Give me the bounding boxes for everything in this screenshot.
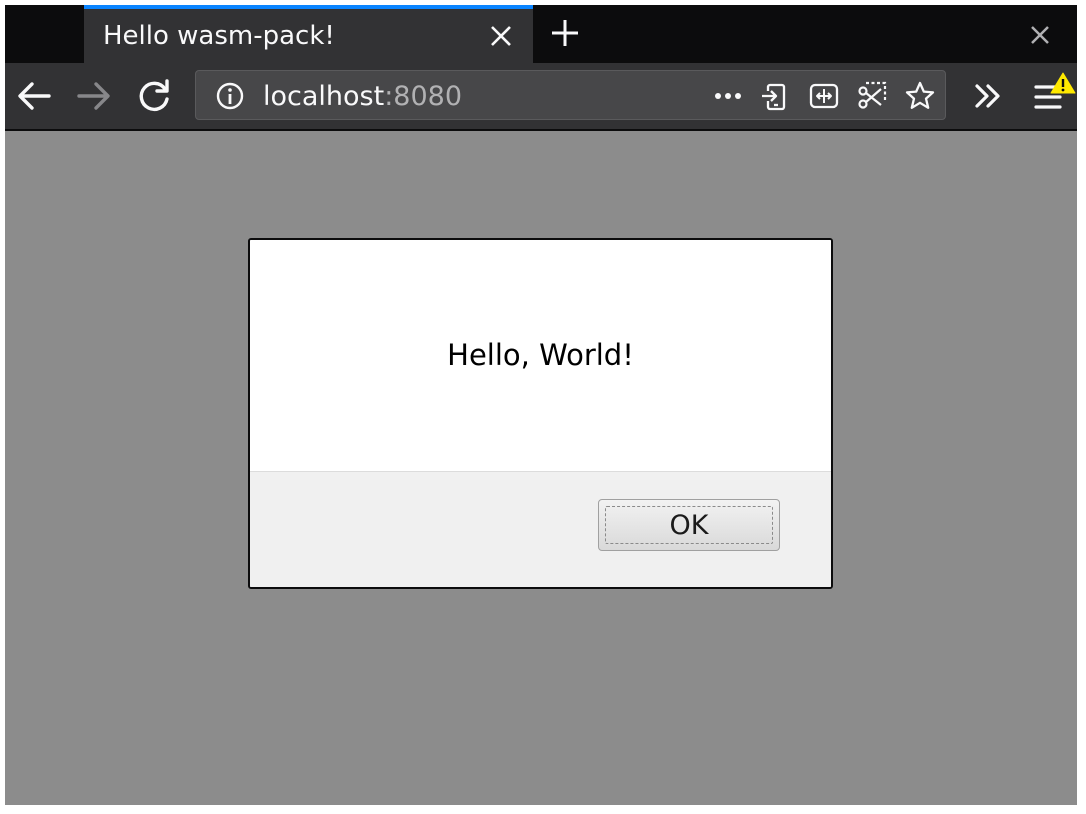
url-bar[interactable]: localhost:8080 (195, 70, 946, 120)
alert-dialog: Hello, World! OK (248, 238, 833, 589)
dialog-message: Hello, World! (447, 338, 634, 372)
info-icon[interactable] (214, 80, 246, 112)
navigation-toolbar: localhost:8080 (5, 63, 1077, 131)
arrow-right-icon[interactable] (75, 77, 113, 115)
tab-title: Hello wasm-pack! (103, 21, 335, 51)
ok-button-label: OK (669, 510, 709, 541)
arrow-left-icon[interactable] (15, 77, 53, 115)
plus-icon[interactable] (549, 17, 581, 49)
screenshot-icon[interactable] (856, 80, 888, 112)
browser-window: Hello wasm-pack! localhost:8080 Hello, W… (5, 5, 1077, 805)
ok-button[interactable]: OK (598, 499, 780, 551)
more-dots-icon[interactable] (712, 80, 744, 112)
page-content: Hello, World! OK (5, 131, 1077, 805)
close-icon[interactable] (489, 24, 513, 48)
send-to-device-icon[interactable] (760, 80, 792, 112)
dialog-body: Hello, World! (250, 240, 831, 471)
hamburger-menu-icon[interactable] (1030, 71, 1076, 117)
tab-active[interactable]: Hello wasm-pack! (84, 5, 533, 63)
reader-view-icon[interactable] (808, 80, 840, 112)
chevron-double-right-icon[interactable] (969, 77, 1007, 115)
warning-icon (1050, 72, 1076, 94)
reload-icon[interactable] (135, 77, 173, 115)
url-port: :8080 (384, 81, 463, 112)
tab-strip: Hello wasm-pack! (5, 5, 1077, 63)
close-icon[interactable] (1029, 24, 1051, 46)
star-icon[interactable] (904, 80, 936, 112)
dialog-footer: OK (250, 471, 831, 587)
url-host: localhost (263, 81, 385, 112)
url-text[interactable]: localhost:8080 (263, 81, 462, 112)
